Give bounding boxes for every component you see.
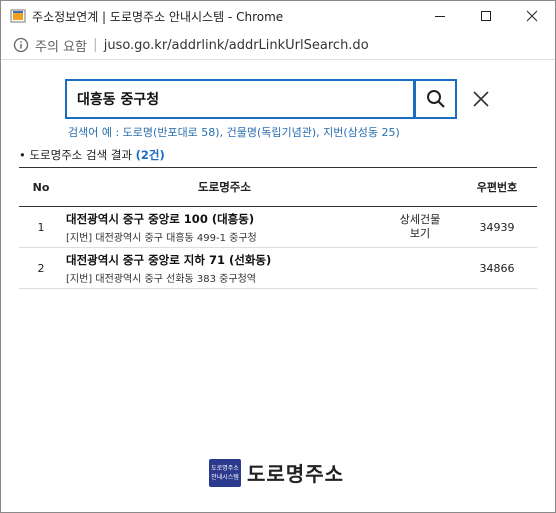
logo-badge-line1: 도로명주소 [211,464,239,472]
result-count: (2건) [135,148,165,162]
row-no: 2 [37,261,45,275]
row-no: 1 [37,220,45,234]
row-zip: 34866 [479,261,515,275]
search-input-value: 대흥동 중구청 [77,92,160,108]
minimize-button[interactable] [417,1,463,31]
maximize-button[interactable] [463,1,509,31]
window-title: 주소정보연계 | 도로명주소 안내시스템 - Chrome [32,9,284,24]
table-row[interactable]: 2 대전광역시 중구 중앙로 지하 71 (선화동) [지번] 대전광역시 중구… [19,248,537,289]
address-bar: 주의 요함 | juso.go.kr/addrlink/addrLinkUrlS… [1,31,555,60]
site-favicon-icon [10,8,26,24]
header-zip: 우편번호 [476,181,518,194]
search-icon [426,90,445,108]
detail-link-line2[interactable]: 보기 [383,227,457,241]
header-no: No [32,180,50,194]
detail-link-line1[interactable]: 상세건물 [383,213,457,227]
jibun-address: [지번] 대전광역시 중구 대흥동 499-1 중구청 [66,232,257,244]
jibun-address: [지번] 대전광역시 중구 선화동 383 중구청역 [66,273,256,285]
address-divider: | [92,37,98,53]
site-logo: 도로명주소 안내시스템 도로명주소 [209,458,344,487]
url-text[interactable]: juso.go.kr/addrlink/addrLinkUrlSearch.do [104,38,369,53]
search-input[interactable]: 대흥동 중구청 [65,79,415,119]
bullet: • [19,148,30,162]
table-row[interactable]: 1 대전광역시 중구 중앙로 100 (대흥동) [지번] 대전광역시 중구 대… [19,207,537,248]
info-icon[interactable] [13,37,29,53]
table-header: No 도로명주소 우편번호 [19,167,537,207]
row-address[interactable]: 대전광역시 중구 중앙로 지하 71 (선화동) [지번] 대전광역시 중구 선… [63,252,383,285]
logo-badge-line2: 안내시스템 [211,473,239,481]
road-address[interactable]: 대전광역시 중구 중앙로 지하 71 (선화동) [66,252,383,268]
detail-building-link[interactable]: 상세건물 보기 [383,213,457,241]
result-prefix: 도로명주소 검색 결과 [29,148,132,162]
road-address[interactable]: 대전광역시 중구 중앙로 100 (대흥동) [66,211,383,227]
result-table: No 도로명주소 우편번호 1 대전광역시 중구 중앙로 100 (대흥동) [… [19,167,537,289]
title-bar: 주소정보연계 | 도로명주소 안내시스템 - Chrome [1,1,555,31]
search-example: 검색어 예 : 도로명(반포대로 58), 건물명(독립기념관), 지번(삼성동… [68,126,400,139]
header-addr: 도로명주소 [198,180,251,194]
row-address[interactable]: 대전광역시 중구 중앙로 100 (대흥동) [지번] 대전광역시 중구 대흥동… [63,211,383,244]
search-button[interactable] [415,79,457,119]
result-summary: • 도로명주소 검색 결과 (2건) [19,147,165,163]
close-search-button[interactable] [471,89,491,109]
logo-text: 도로명주소 [247,462,344,486]
security-label[interactable]: 주의 요함 [35,36,87,55]
row-zip: 34939 [479,220,515,234]
close-window-button[interactable] [509,1,555,31]
close-icon [473,91,489,107]
browser-window: 주소정보연계 | 도로명주소 안내시스템 - Chrome 주의 요함 | ju… [0,0,556,513]
search-row: 대흥동 중구청 [65,79,491,119]
logo-badge: 도로명주소 안내시스템 [209,458,241,487]
